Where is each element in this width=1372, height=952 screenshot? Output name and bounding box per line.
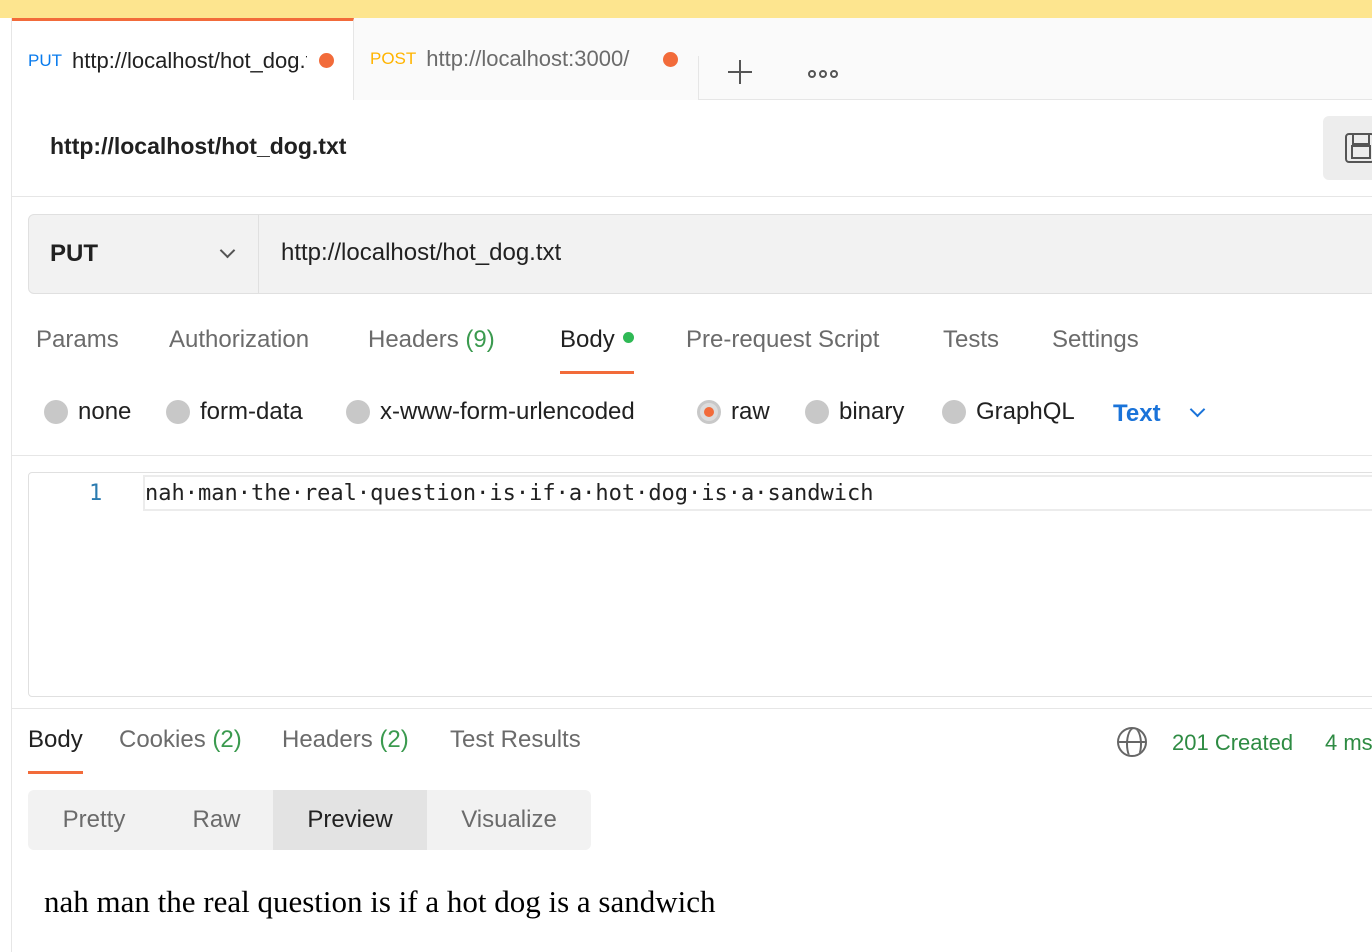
radio-label: binary (839, 398, 905, 425)
response-tab-cookies-label: Cookies (119, 726, 206, 753)
radio-label: raw (731, 398, 770, 425)
radio-graphql[interactable]: GraphQL (942, 398, 1075, 426)
radio-x-www-form-urlencoded[interactable]: x-www-form-urlencoded (346, 398, 635, 426)
view-visualize-button[interactable]: Visualize (427, 790, 591, 850)
radio-label: none (78, 398, 132, 425)
divider (12, 196, 1372, 197)
radio-selected-icon (697, 400, 721, 424)
request-tab-put[interactable]: PUT http://localhost/hot_dog.txt (12, 18, 354, 100)
method-select[interactable]: PUT (29, 215, 259, 293)
radio-label: form-data (200, 398, 303, 425)
tab-settings[interactable]: Settings (1052, 326, 1139, 374)
body-editor[interactable]: 1 nah·man·the·real·question·is·if·a·hot·… (28, 472, 1372, 697)
radio-raw[interactable]: raw (697, 398, 770, 426)
tab-method-label: PUT (28, 50, 62, 70)
top-banner (0, 0, 1372, 18)
radio-circle-icon (44, 400, 68, 424)
body-modified-dot-icon (622, 332, 634, 344)
divider (12, 708, 1372, 709)
radio-circle-icon (346, 400, 370, 424)
save-button[interactable] (1323, 116, 1372, 180)
url-bar: PUT http://localhost/hot_dog.txt (28, 214, 1372, 294)
cookies-count: (2) (212, 726, 242, 753)
save-icon (1345, 133, 1372, 163)
url-input[interactable]: http://localhost/hot_dog.txt (281, 239, 561, 267)
headers-count: (9) (465, 326, 495, 353)
radio-label: x-www-form-urlencoded (380, 398, 635, 425)
request-tab-post[interactable]: POST http://localhost:3000/ (354, 18, 698, 100)
tab-separator (698, 56, 699, 100)
chevron-down-icon (219, 242, 236, 259)
response-tab-body[interactable]: Body (28, 726, 83, 774)
code-line[interactable]: nah·man·the·real·question·is·if·a·hot·do… (143, 475, 1372, 511)
request-tab-bar: PUT http://localhost/hot_dog.txt POST ht… (12, 18, 1372, 100)
more-tabs-ellipsis-icon[interactable] (808, 70, 838, 78)
status-badge[interactable]: 201 Created (1172, 730, 1293, 756)
radio-circle-icon (166, 400, 190, 424)
radio-binary[interactable]: binary (805, 398, 904, 426)
tab-pre-request-script[interactable]: Pre-request Script (686, 326, 879, 374)
raw-format-select[interactable]: Text (1113, 400, 1161, 428)
request-title[interactable]: http://localhost/hot_dog.txt (50, 133, 346, 160)
tab-url-label: http://localhost/hot_dog.txt (72, 47, 307, 73)
divider (12, 455, 1372, 456)
response-tab-cookies[interactable]: Cookies (2) (119, 726, 242, 774)
tab-authorization[interactable]: Authorization (169, 326, 309, 374)
radio-circle-icon (805, 400, 829, 424)
radio-label: GraphQL (976, 398, 1075, 425)
left-sidebar-edge (0, 18, 12, 952)
tab-body-label: Body (560, 326, 615, 353)
view-mode-segmented-control: Pretty Raw Preview Visualize (28, 790, 591, 850)
tab-body[interactable]: Body (560, 326, 634, 374)
tab-tests[interactable]: Tests (943, 326, 999, 374)
chevron-down-icon[interactable] (1189, 401, 1206, 418)
view-raw-button[interactable]: Raw (160, 790, 273, 850)
response-tab-headers-label: Headers (282, 726, 373, 753)
globe-icon[interactable] (1117, 727, 1147, 757)
method-select-value: PUT (50, 240, 98, 267)
tab-params[interactable]: Params (36, 326, 119, 374)
view-preview-button[interactable]: Preview (273, 790, 427, 850)
tab-url-label: http://localhost:3000/ (426, 46, 630, 71)
line-number: 1 (89, 481, 103, 506)
response-headers-count: (2) (379, 726, 409, 753)
new-tab-plus-icon[interactable] (728, 60, 752, 84)
radio-none[interactable]: none (44, 398, 131, 426)
radio-form-data[interactable]: form-data (166, 398, 303, 426)
response-time[interactable]: 4 ms (1325, 730, 1372, 756)
response-tab-headers[interactable]: Headers (2) (282, 726, 409, 774)
tab-headers-label: Headers (368, 326, 459, 353)
response-preview-text: nah man the real question is if a hot do… (44, 884, 716, 919)
tab-headers[interactable]: Headers (9) (368, 326, 495, 374)
response-tab-test-results[interactable]: Test Results (450, 726, 581, 774)
unsaved-changes-dot-icon (319, 53, 334, 68)
tab-method-label: POST (370, 49, 417, 68)
view-pretty-button[interactable]: Pretty (28, 790, 160, 850)
unsaved-changes-dot-icon (663, 51, 679, 67)
radio-circle-icon (942, 400, 966, 424)
